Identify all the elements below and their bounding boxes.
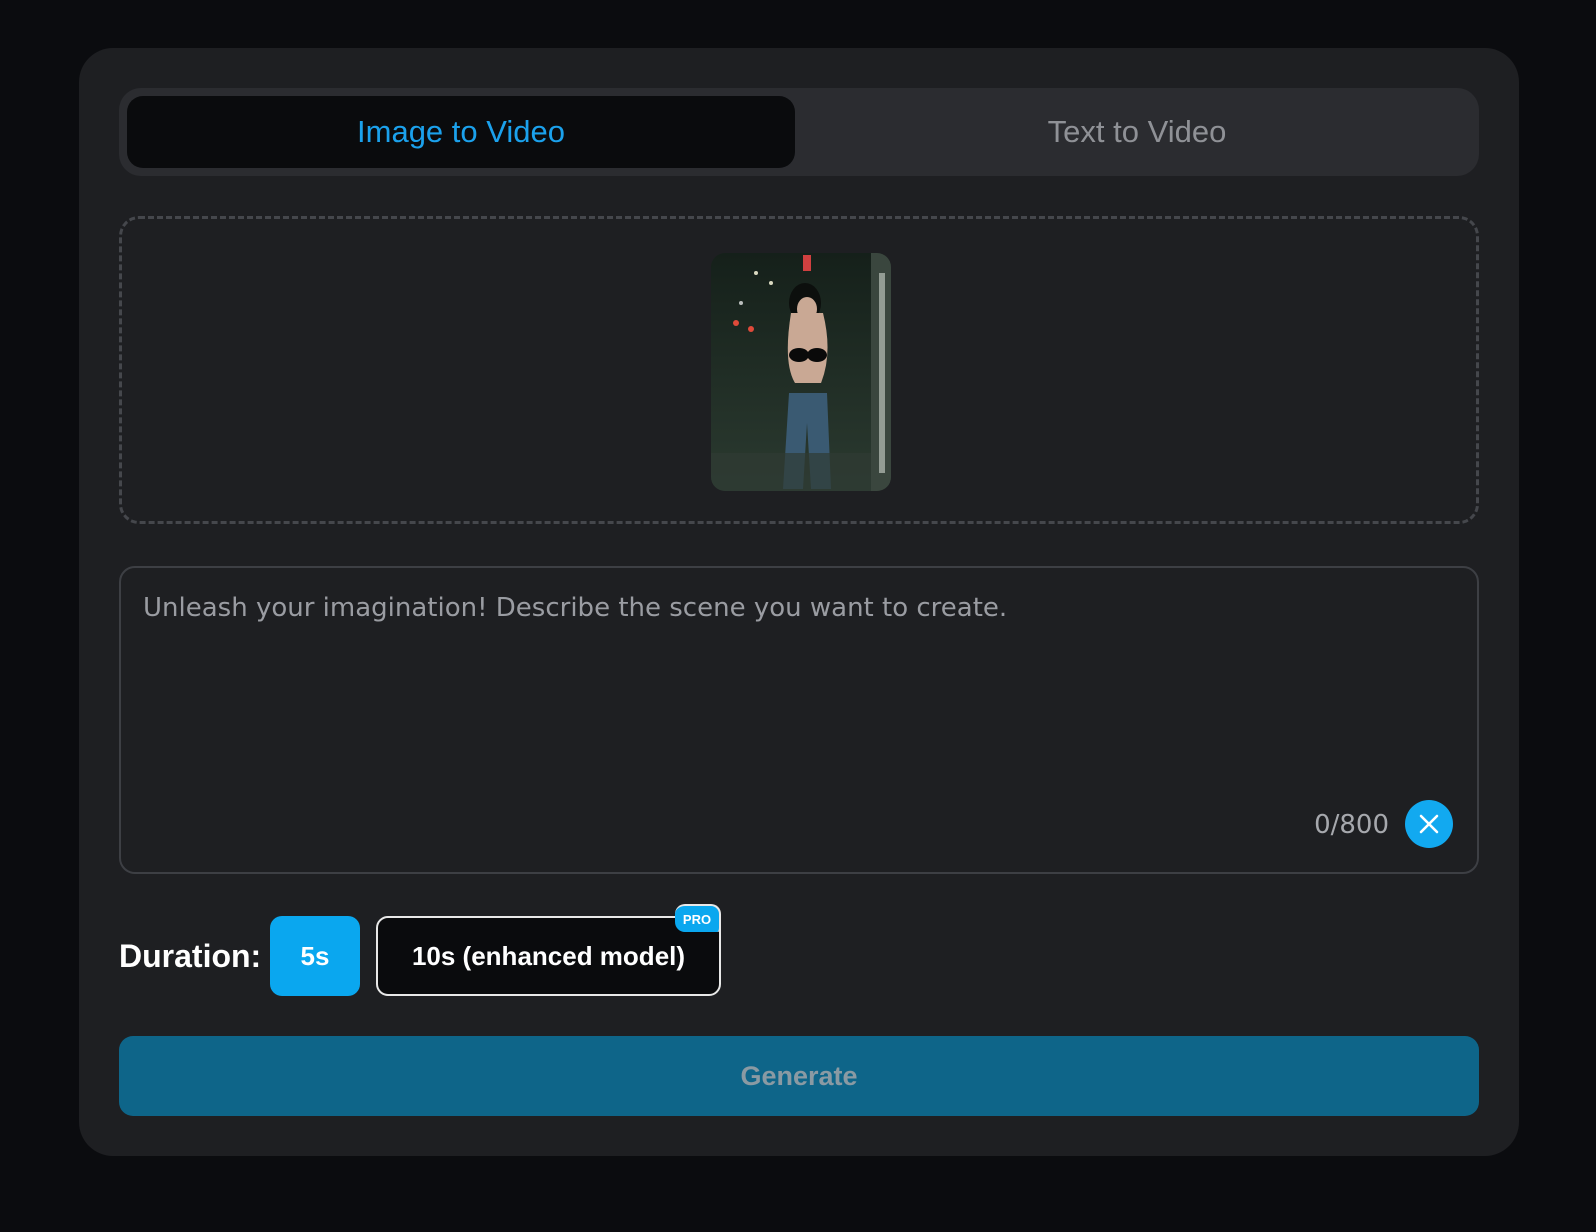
close-icon: [1419, 814, 1439, 834]
duration-selector: Duration: 5s 10s (enhanced model) PRO: [119, 904, 919, 996]
prompt-textarea[interactable]: [143, 590, 1443, 790]
duration-5s-button[interactable]: 5s: [270, 916, 360, 996]
duration-10s-label: 10s (enhanced model): [411, 940, 686, 971]
duration-10s-button[interactable]: 10s (enhanced model) PRO: [376, 904, 721, 996]
clear-prompt-button[interactable]: [1405, 800, 1453, 848]
image-upload-dropzone[interactable]: [119, 216, 1479, 524]
tab-text-to-video[interactable]: Text to Video: [803, 96, 1471, 168]
video-generator-card: Image to Video Text to Video Unleash you…: [79, 48, 1519, 1156]
pro-badge: PRO: [675, 904, 721, 932]
duration-label: Duration:: [119, 938, 262, 974]
prompt-box: 0/800: [119, 566, 1479, 874]
character-counter: 0/800: [1314, 810, 1389, 840]
tab-image-to-video[interactable]: Image to Video: [127, 96, 795, 168]
uploaded-image-thumbnail[interactable]: [711, 253, 891, 491]
generate-button[interactable]: Generate: [119, 1036, 1479, 1116]
mode-tabs: Image to Video Text to Video: [119, 88, 1479, 176]
